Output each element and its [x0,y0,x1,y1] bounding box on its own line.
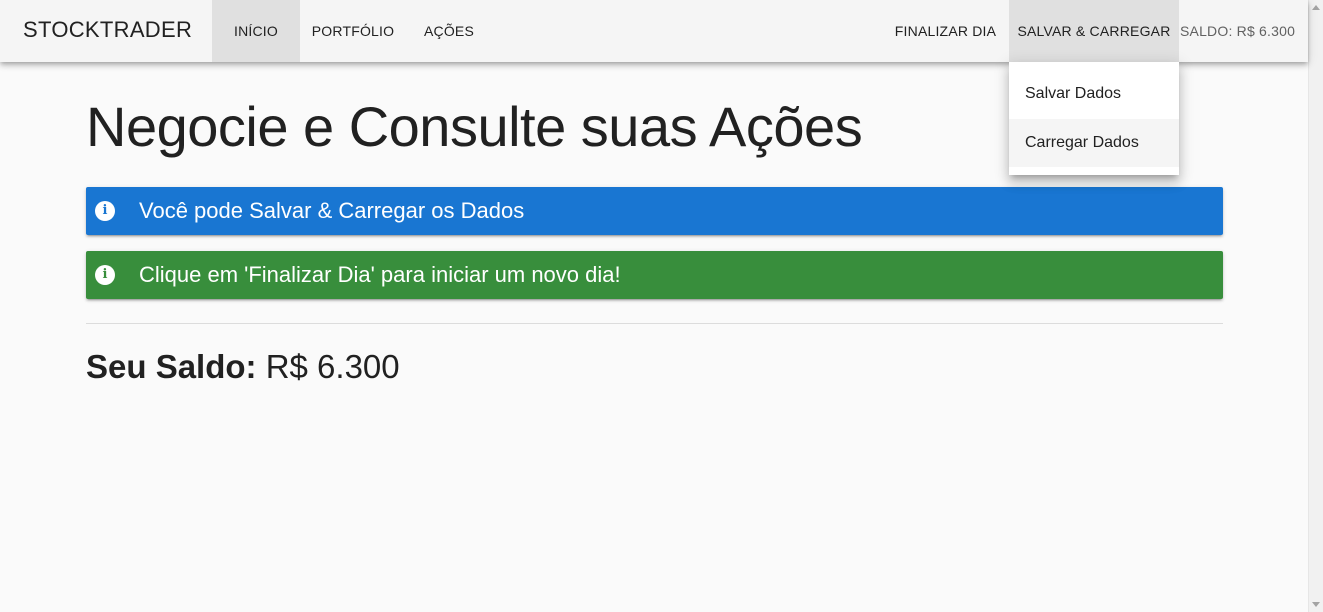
nav-inicio-button[interactable]: Início [212,0,300,62]
brand-bold: STOCK [23,17,100,42]
scroll-down-icon[interactable] [1312,602,1320,607]
balance-heading: Seu Saldo: R$ 6.300 [86,347,400,387]
menu-item-salvar-dados[interactable]: Salvar Dados [1009,70,1179,118]
toolbar-balance: Saldo: R$ 6.300 [1180,23,1295,39]
info-icon: i [95,265,115,285]
page-title: Negocie e Consulte suas Ações [86,95,863,158]
alert-info: i Você pode Salvar & Carregar os Dados [86,187,1223,235]
brand-logo[interactable]: STOCKTRADER [23,17,192,43]
app: STOCKTRADER Início Portfólio Ações Final… [0,0,1308,612]
alert-success-text: Clique em 'Finalizar Dia' para iniciar u… [139,262,621,287]
alert-success: i Clique em 'Finalizar Dia' para iniciar… [86,251,1223,299]
salvar-carregar-button[interactable]: Salvar & Carregar [1009,0,1179,62]
finalizar-dia-button[interactable]: Finalizar Dia [882,0,1009,62]
nav-portfolio-button[interactable]: Portfólio [300,0,406,62]
balance-value: R$ 6.300 [265,348,400,385]
toolbar: STOCKTRADER Início Portfólio Ações Final… [0,0,1308,62]
scroll-up-icon[interactable] [1312,5,1320,10]
brand-light: TRADER [99,17,193,42]
alert-info-text: Você pode Salvar & Carregar os Dados [139,198,525,223]
menu-item-carregar-dados[interactable]: Carregar Dados [1009,119,1179,167]
info-icon: i [95,201,115,221]
balance-label: Seu Saldo: [86,348,257,385]
divider [86,323,1223,324]
nav-acoes-button[interactable]: Ações [406,0,492,62]
vertical-scrollbar[interactable] [1308,0,1323,612]
save-load-menu: Salvar Dados Carregar Dados [1009,62,1179,175]
toolbar-balance-text: Saldo: R$ 6.300 [1180,23,1296,39]
